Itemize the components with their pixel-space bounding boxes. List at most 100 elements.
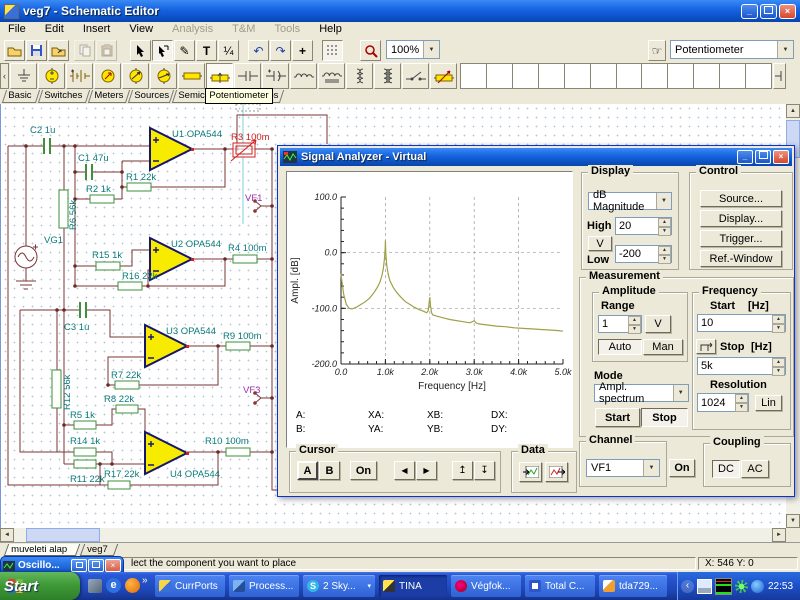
component-inductor-button[interactable] (290, 63, 317, 89)
ref-window-button[interactable]: Ref.-Window (700, 250, 782, 267)
dialog-minimize-icon[interactable]: _ (737, 150, 753, 164)
wire-tool-button[interactable]: + (292, 40, 313, 61)
high-unit-button[interactable]: V (588, 236, 612, 251)
cursor-left-button[interactable]: ◀ (394, 461, 415, 480)
resolution-spinbox[interactable]: 1024 ▲ ▼ (697, 393, 749, 412)
cursor-top-button[interactable]: ↥ (452, 461, 473, 480)
menu-insert[interactable]: Insert (75, 22, 119, 35)
voltage-generator[interactable] (14, 244, 38, 290)
sheet-tab-muveleti-alap[interactable]: muveleti alap (3, 544, 81, 556)
tray-connection-icon[interactable] (735, 579, 748, 593)
open-button[interactable] (4, 40, 25, 61)
component-transformer-button[interactable] (374, 63, 401, 89)
freq-stop-spinbox[interactable]: 5k ▲ ▼ (697, 357, 786, 376)
cursor-bottom-button[interactable]: ↧ (474, 461, 495, 480)
pointer-tool-button[interactable] (130, 40, 151, 61)
menu-edit[interactable]: Edit (37, 22, 72, 35)
stop-button[interactable]: Stop (641, 408, 688, 427)
dialog-titlebar[interactable]: Signal Analyzer - Virtual _ × (280, 148, 792, 166)
channel-combo[interactable]: VF1 ▼ (586, 459, 660, 477)
component-trimmer-button[interactable] (430, 63, 457, 89)
zoom-tool-button[interactable] (360, 40, 381, 61)
cursor-right-button[interactable]: ▶ (416, 461, 437, 480)
tab-switches[interactable]: Switches (37, 90, 91, 103)
sheet-tab-veg7[interactable]: veg7 (79, 544, 119, 556)
source-button[interactable]: Source... (700, 190, 782, 207)
redo-button[interactable]: ↷ (270, 40, 291, 61)
sweep-button[interactable] (696, 339, 716, 354)
minimize-icon[interactable]: _ (741, 3, 758, 19)
component-cored-inductor-button[interactable] (318, 63, 345, 89)
task-currports[interactable]: CurrPorts (155, 575, 225, 597)
cursor-b-button[interactable]: B (319, 461, 340, 480)
component-voltmeter-button[interactable] (122, 63, 149, 89)
component-ammeter-button[interactable] (150, 63, 177, 89)
freq-start-spinbox[interactable]: 10 ▲ ▼ (697, 314, 786, 333)
component-ground-button[interactable] (10, 63, 37, 89)
oscillo-maximize-icon[interactable] (88, 559, 104, 572)
tray-update-icon[interactable] (751, 579, 764, 593)
dialog-close-icon[interactable]: × (773, 150, 789, 164)
range-unit-button[interactable]: V (645, 315, 671, 333)
task-tda729[interactable]: tda729... (599, 575, 667, 597)
mode-combo[interactable]: Ampl. spectrum ▼ (594, 381, 689, 405)
scroll-down-icon[interactable]: ▼ (786, 514, 800, 528)
channel-on-button[interactable]: On (669, 459, 695, 477)
coupling-dc-button[interactable]: DC (712, 460, 740, 478)
task-skype[interactable]: S 2 Sky... ▾ (303, 575, 375, 597)
tray-network-icon[interactable] (697, 578, 712, 594)
tab-basic[interactable]: Basic (1, 90, 41, 103)
range-spinbox[interactable]: 1 ▲ ▼ (598, 315, 642, 334)
component-potentiometer-button[interactable] (206, 63, 233, 89)
task-vegfok[interactable]: Végfok... (451, 575, 521, 597)
select-tool-button[interactable] (152, 40, 173, 61)
menu-help[interactable]: Help (311, 22, 350, 35)
text-tool-button[interactable]: T (196, 40, 217, 61)
component-capacitor-button[interactable] (234, 63, 261, 89)
start-button[interactable]: Start (0, 572, 80, 600)
component-resistor-button[interactable] (178, 63, 205, 89)
quicklaunch-browser-icon[interactable] (125, 578, 140, 593)
task-process[interactable]: Process... (229, 575, 299, 597)
menu-view[interactable]: View (121, 22, 161, 35)
data-import-button[interactable] (545, 462, 568, 482)
scroll-left-icon[interactable]: ◄ (0, 528, 14, 542)
horizontal-scroll-thumb[interactable] (26, 528, 100, 542)
tray-chevron-icon[interactable]: ‹ (681, 579, 694, 593)
find-component-button[interactable]: ☞ (648, 40, 666, 61)
cursor-on-button[interactable]: On (350, 461, 377, 480)
start-button[interactable]: Start (595, 408, 640, 427)
component-polarized-capacitor-button[interactable] (262, 63, 289, 89)
tab-sources[interactable]: Sources (127, 90, 175, 103)
import-button[interactable] (48, 40, 69, 61)
low-spinbox[interactable]: -200 ▲ ▼ (615, 245, 672, 264)
tab-meters[interactable]: Meters (87, 90, 131, 103)
zoom-combo[interactable]: 100% ▼ (386, 40, 440, 59)
menu-file[interactable]: File (0, 22, 34, 35)
tab-scroll-left-button[interactable]: ‹ (0, 63, 9, 89)
quicklaunch-ie-icon[interactable]: e (106, 578, 121, 593)
undo-button[interactable]: ↶ (248, 40, 269, 61)
pen-tool-button[interactable]: ✎ (174, 40, 195, 61)
quicklaunch-more-icon[interactable]: » (142, 575, 148, 586)
task-tina[interactable]: TINA (379, 575, 447, 597)
component-switch-button[interactable] (402, 63, 429, 89)
close-icon[interactable]: × (779, 3, 796, 19)
grid-toggle-button[interactable] (322, 40, 343, 61)
trigger-button[interactable]: Trigger... (700, 230, 782, 247)
lin-button[interactable]: Lin (755, 395, 782, 411)
save-button[interactable] (26, 40, 47, 61)
chevron-down-icon[interactable]: ▼ (777, 41, 793, 58)
auto-button[interactable]: Auto (598, 339, 642, 355)
high-spinbox[interactable]: 20 ▲ ▼ (615, 217, 672, 236)
man-button[interactable]: Man (643, 339, 683, 355)
restore-icon[interactable] (760, 3, 777, 19)
data-export-button[interactable] (519, 462, 542, 482)
chevron-down-icon[interactable]: ▼ (423, 41, 439, 58)
fraction-tool-button[interactable]: ¼ (218, 40, 239, 61)
quicklaunch-desktop-icon[interactable] (88, 579, 102, 593)
horizontal-scrollbar[interactable]: ◄ ► (0, 528, 786, 542)
tray-graph-icon[interactable] (715, 577, 732, 595)
component-coupled-inductor-button[interactable] (346, 63, 373, 89)
component-voltage-source-button[interactable] (38, 63, 65, 89)
